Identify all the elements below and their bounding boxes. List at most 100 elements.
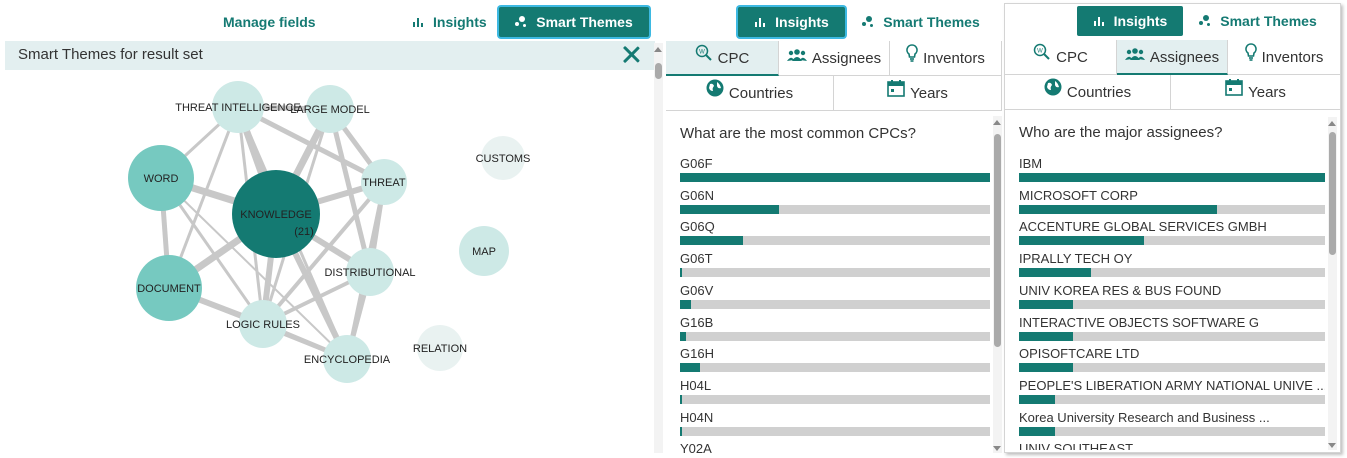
bar-label[interactable]: G06Q — [680, 219, 715, 234]
tab-assignees[interactable]: Assignees — [1117, 40, 1228, 75]
graph-scrollbar[interactable] — [654, 43, 663, 453]
theme-bubble[interactable]: ENCYCLOPEDIA — [304, 335, 391, 383]
bar-fill — [680, 236, 743, 246]
bar-track — [1019, 394, 1325, 404]
theme-bubble[interactable]: THREAT INTELLIGENCE — [175, 81, 301, 133]
bar-label[interactable]: G06N — [680, 188, 714, 203]
bar-label[interactable]: OPISOFTCARE LTD — [1019, 346, 1139, 361]
lightbulb-icon — [906, 40, 918, 75]
theme-bubble-label[interactable]: LARGE MODEL — [290, 104, 369, 116]
insights-tab-button[interactable]: Insights — [1077, 6, 1183, 36]
bar-row[interactable]: ACCENTURE GLOBAL SERVICES GMBH — [1019, 219, 1325, 247]
scroll-up-arrow-icon[interactable] — [1328, 121, 1336, 126]
theme-bubble[interactable]: CUSTOMS — [476, 136, 531, 180]
theme-bubble-label[interactable]: DISTRIBUTIONAL — [324, 267, 415, 279]
tab-assignees[interactable]: Assignees — [779, 41, 890, 76]
bar-row[interactable]: H04L — [680, 378, 990, 406]
bar-row[interactable]: Y02A — [680, 441, 990, 453]
theme-bubble-label[interactable]: WORD — [144, 173, 179, 185]
theme-bubble[interactable]: LOGIC RULES — [226, 300, 300, 348]
smart-themes-tab-button[interactable]: Smart Themes — [1193, 6, 1323, 36]
tab-years[interactable]: Years — [834, 76, 1002, 111]
bar-row[interactable]: IPRALLY TECH OY — [1019, 251, 1325, 279]
bar-row[interactable]: Korea University Research and Business .… — [1019, 410, 1325, 438]
bar-row[interactable]: G06V — [680, 283, 990, 311]
bar-label[interactable]: UNIV SOUTHEAST — [1019, 441, 1133, 450]
bar-row[interactable]: IBM — [1019, 156, 1325, 184]
theme-bubble[interactable]: WORD — [128, 145, 194, 211]
bar-label[interactable]: G06F — [680, 156, 713, 171]
bubbles-icon — [1199, 15, 1211, 27]
bar-row[interactable]: H04N — [680, 410, 990, 438]
bar-row[interactable]: PEOPLE'S LIBERATION ARMY NATIONAL UNIVE … — [1019, 378, 1325, 406]
tab-inventors-label: Inventors — [1261, 49, 1324, 66]
bar-row[interactable]: OPISOFTCARE LTD — [1019, 346, 1325, 374]
theme-bubble-label[interactable]: CUSTOMS — [476, 153, 531, 165]
theme-bubble-label[interactable]: ENCYCLOPEDIA — [304, 354, 391, 366]
tab-cpc[interactable]: W CPC — [1005, 40, 1117, 75]
smart-themes-tab-button[interactable]: Smart Themes — [856, 7, 986, 37]
close-icon[interactable] — [620, 43, 642, 65]
insights-tab-button[interactable]: Insights — [412, 10, 487, 34]
theme-bubble-label[interactable]: RELATION — [413, 343, 467, 355]
theme-bubble[interactable]: LARGE MODEL — [290, 85, 370, 133]
tab-countries[interactable]: Countries — [1005, 75, 1171, 110]
theme-bubble[interactable]: KNOWLEDGE (21) — [232, 170, 320, 258]
bar-label[interactable]: Y02A — [680, 441, 712, 453]
bar-label[interactable]: G06T — [680, 251, 713, 266]
bar-label[interactable]: IBM — [1019, 156, 1042, 171]
theme-bubble-label[interactable]: THREAT — [362, 177, 405, 189]
insights-tab-button[interactable]: Insights — [738, 7, 845, 37]
bar-row[interactable]: INTERACTIVE OBJECTS SOFTWARE G — [1019, 315, 1325, 343]
scroll-down-arrow-icon[interactable] — [993, 446, 1001, 451]
bar-row[interactable]: G06N — [680, 188, 990, 216]
bar-label[interactable]: PEOPLE'S LIBERATION ARMY NATIONAL UNIVE … — [1019, 378, 1325, 393]
bar-row[interactable]: G16B — [680, 315, 990, 343]
bar-label[interactable]: IPRALLY TECH OY — [1019, 251, 1132, 266]
tab-years[interactable]: Years — [1171, 75, 1340, 110]
bar-label[interactable]: Korea University Research and Business .… — [1019, 410, 1270, 425]
bar-label[interactable]: UNIV KOREA RES & BUS FOUND — [1019, 283, 1221, 298]
tab-inventors[interactable]: Inventors — [1228, 40, 1340, 75]
bar-row[interactable]: UNIV SOUTHEAST — [1019, 441, 1325, 450]
smart-themes-tab-button[interactable]: Smart Themes — [499, 7, 649, 37]
theme-bubble[interactable]: DOCUMENT — [136, 255, 202, 321]
scroll-thumb[interactable] — [655, 63, 662, 79]
theme-bubble[interactable]: RELATION — [413, 325, 467, 371]
manage-fields-link[interactable]: Manage fields — [223, 10, 316, 34]
scroll-down-arrow-icon[interactable] — [1328, 443, 1336, 448]
smart-themes-graph[interactable]: KNOWLEDGE (21) WORD DOCUMENT THREAT INTELLIG… — [2, 70, 654, 453]
bar-label[interactable]: G16H — [680, 346, 714, 361]
assignees-scrollbar[interactable] — [1328, 117, 1337, 450]
bar-row[interactable]: G06F — [680, 156, 990, 184]
theme-bubble[interactable]: THREAT — [361, 159, 407, 205]
tab-cpc-label: CPC — [717, 50, 750, 67]
tab-countries[interactable]: Countries — [666, 76, 834, 111]
bar-row[interactable]: UNIV KOREA RES & BUS FOUND — [1019, 283, 1325, 311]
bar-row[interactable]: G06T — [680, 251, 990, 279]
bar-label[interactable]: INTERACTIVE OBJECTS SOFTWARE G — [1019, 315, 1259, 330]
bar-label[interactable]: G16B — [680, 315, 713, 330]
tab-cpc[interactable]: W CPC — [666, 41, 779, 76]
bar-row[interactable]: G16H — [680, 346, 990, 374]
theme-bubble-label[interactable]: MAP — [472, 246, 496, 258]
theme-bubble[interactable]: MAP — [459, 226, 509, 276]
theme-bubble-label[interactable]: THREAT INTELLIGENCE — [175, 102, 301, 114]
bar-label[interactable]: ACCENTURE GLOBAL SERVICES GMBH — [1019, 219, 1267, 234]
bar-row[interactable]: G06Q — [680, 219, 990, 247]
bar-label[interactable]: G06V — [680, 283, 713, 298]
theme-bubble-label[interactable]: DOCUMENT — [137, 283, 201, 295]
bar-row[interactable]: MICROSOFT CORP — [1019, 188, 1325, 216]
bar-label[interactable]: MICROSOFT CORP — [1019, 188, 1138, 203]
theme-bubble-label[interactable]: KNOWLEDGE — [240, 209, 312, 221]
theme-bubble-label[interactable]: LOGIC RULES — [226, 319, 300, 331]
scroll-up-arrow-icon[interactable] — [993, 120, 1001, 125]
cpc-scrollbar[interactable] — [993, 116, 1002, 453]
scroll-up-arrow-icon[interactable] — [654, 47, 662, 52]
scroll-thumb[interactable] — [1329, 132, 1336, 255]
bar-label[interactable]: H04L — [680, 378, 711, 393]
bar-label[interactable]: H04N — [680, 410, 713, 425]
scroll-thumb[interactable] — [994, 134, 1001, 347]
tab-inventors[interactable]: Inventors — [890, 41, 1002, 76]
bar-fill — [680, 268, 682, 278]
